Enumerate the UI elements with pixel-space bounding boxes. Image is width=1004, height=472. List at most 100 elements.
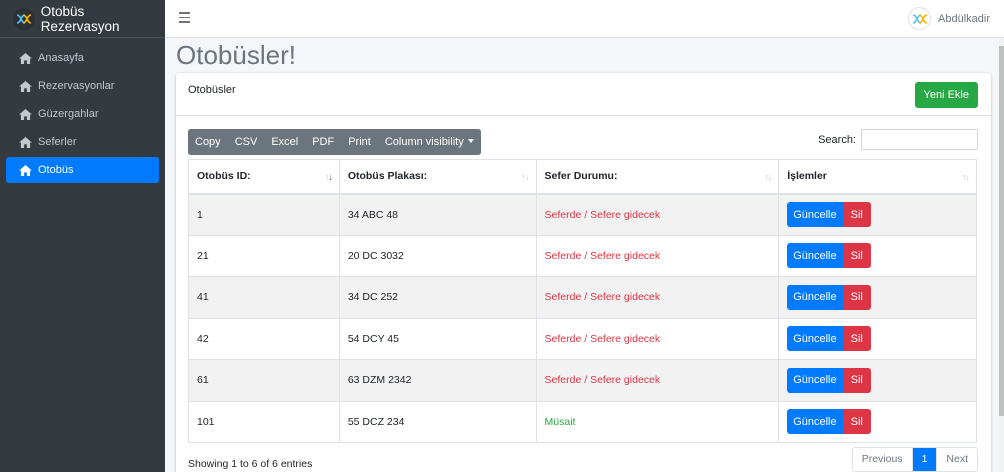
column-header-id[interactable]: Otobüs ID: ↑↓ [188, 159, 340, 195]
cell-id: 61 [188, 359, 340, 402]
delete-button[interactable]: Sil [842, 243, 871, 269]
cell-actions: Güncelle Sil [778, 276, 977, 319]
sidebar-item-label: Seferler [38, 136, 77, 148]
sort-icon: ↑↓ [521, 172, 530, 182]
copy-button[interactable]: Copy [188, 129, 228, 155]
cell-status: Müsait [535, 400, 780, 443]
sidebar-item-otobus[interactable]: Otobüs [6, 157, 159, 183]
cell-status: Seferde / Sefere gidecek [535, 234, 780, 277]
export-button-group: Copy CSV Excel PDF Print Column visibili… [188, 129, 481, 155]
excel-button[interactable]: Excel [264, 129, 306, 155]
sidebar-item-seferler[interactable]: Seferler [6, 129, 159, 155]
cell-plate: 20 DC 3032 [338, 234, 537, 277]
sidebar-item-anasayfa[interactable]: Anasayfa [6, 45, 159, 71]
update-button[interactable]: Güncelle [787, 367, 843, 393]
table-info: Showing 1 to 6 of 6 entries [188, 458, 313, 470]
pagination: Previous 1 Next [851, 447, 978, 472]
home-icon [19, 136, 32, 148]
delete-button[interactable]: Sil [842, 409, 871, 435]
table-row: 21 20 DC 3032 Seferde / Sefere gidecek G… [188, 234, 977, 277]
table-row: 1 34 ABC 48 Seferde / Sefere gidecek Gün… [188, 193, 977, 236]
delete-button[interactable]: Sil [842, 367, 871, 393]
print-button[interactable]: Print [341, 129, 378, 155]
page-title: Otobüsler! [176, 40, 296, 70]
search-box: Search: [818, 129, 978, 150]
home-icon [19, 52, 32, 64]
brand-title: Otobüs Rezervasyon [40, 3, 120, 34]
card-title: Otobüsler [188, 84, 236, 96]
brand-logo-icon [13, 7, 35, 30]
cell-actions: Güncelle Sil [778, 317, 977, 360]
csv-button[interactable]: CSV [227, 129, 265, 155]
delete-button[interactable]: Sil [842, 326, 871, 352]
update-button[interactable]: Güncelle [787, 409, 843, 435]
cell-actions: Güncelle Sil [778, 359, 977, 402]
table-row: 42 54 DCY 45 Seferde / Sefere gidecek Gü… [188, 317, 977, 360]
search-input[interactable] [861, 129, 978, 150]
sort-icon: ↑↓ [764, 172, 772, 182]
user-avatar-icon [908, 7, 932, 30]
cell-actions: Güncelle Sil [778, 400, 977, 443]
card-header: Otobüsler Yeni Ekle [176, 73, 991, 116]
table-header-row: Otobüs ID: ↑↓ Otobüs Plakası: ↑↓ Sefer Dur… [188, 159, 977, 195]
cell-id: 21 [188, 234, 340, 277]
table-row: 41 34 DC 252 Seferde / Sefere gidecek Gü… [188, 276, 977, 319]
menu-toggle-icon[interactable] [179, 12, 190, 23]
sort-icon: ↑↓ [962, 172, 970, 182]
cell-id: 42 [188, 317, 340, 360]
sidebar-item-guzergahlar[interactable]: Güzergahlar [6, 101, 159, 127]
cell-status: Seferde / Sefere gidecek [535, 193, 780, 236]
update-button[interactable]: Güncelle [787, 202, 843, 227]
cell-actions: Güncelle Sil [778, 234, 977, 277]
add-new-button[interactable]: Yeni Ekle [914, 82, 978, 108]
caret-down-icon [467, 139, 474, 143]
user-menu[interactable]: Abdülkadir [908, 7, 990, 30]
cell-actions: Güncelle Sil [778, 193, 977, 236]
cell-status: Seferde / Sefere gidecek [535, 276, 780, 319]
sidebar-nav: Anasayfa Rezervasyonlar Güzergahlar Sefe… [0, 38, 165, 183]
column-visibility-label: Column visibility [384, 136, 464, 148]
column-header-actions[interactable]: İşlemler ↑↓ [778, 159, 977, 195]
home-icon [19, 80, 32, 92]
sidebar-item-rezervasyonlar[interactable]: Rezervasyonlar [6, 73, 159, 99]
home-icon [19, 108, 32, 120]
delete-button[interactable]: Sil [842, 202, 871, 227]
cell-plate: 63 DZM 2342 [338, 359, 537, 402]
update-button[interactable]: Güncelle [787, 284, 843, 310]
cell-status: Seferde / Sefere gidecek [535, 317, 780, 360]
page-scrollbar[interactable] [999, 38, 1004, 472]
buses-table: Otobüs ID: ↑↓ Otobüs Plakası: ↑↓ Sefer Dur… [188, 159, 977, 443]
delete-button[interactable]: Sil [842, 284, 871, 310]
next-page-button[interactable]: Next [936, 448, 977, 471]
update-button[interactable]: Güncelle [787, 326, 843, 352]
sidebar: Otobüs Rezervasyon Anasayfa Rezervasyonl… [0, 0, 165, 472]
table-row: 61 63 DZM 2342 Seferde / Sefere gidecek … [188, 359, 977, 402]
user-name: Abdülkadir [938, 12, 990, 25]
brand[interactable]: Otobüs Rezervasyon [0, 0, 165, 38]
table-row: 101 55 DCZ 234 Müsait Güncelle Sil [188, 400, 977, 443]
cell-id: 101 [188, 400, 340, 443]
cell-plate: 34 ABC 48 [338, 193, 537, 236]
cell-plate: 54 DCY 45 [338, 317, 537, 360]
previous-page-button[interactable]: Previous [852, 448, 912, 471]
sort-asc-icon: ↑↓ [324, 172, 333, 182]
home-icon [19, 164, 32, 176]
column-header-plate[interactable]: Otobüs Plakası: ↑↓ [338, 159, 537, 195]
sidebar-item-label: Rezervasyonlar [38, 80, 115, 92]
page-1-button[interactable]: 1 [911, 448, 937, 471]
column-header-status[interactable]: Sefer Durumu: ↑↓ [535, 159, 780, 195]
cell-id: 1 [188, 193, 340, 236]
sidebar-item-label: Anasayfa [38, 52, 84, 64]
column-visibility-button[interactable]: Column visibility [377, 129, 481, 155]
buses-card: Otobüsler Yeni Ekle Copy CSV Excel PDF P… [176, 73, 991, 472]
sidebar-item-label: Otobüs [38, 164, 74, 176]
search-label: Search: [818, 133, 856, 146]
cell-plate: 34 DC 252 [338, 276, 537, 319]
cell-status: Seferde / Sefere gidecek [535, 359, 780, 402]
sidebar-item-label: Güzergahlar [38, 108, 99, 120]
topbar: Abdülkadir [165, 0, 1004, 38]
update-button[interactable]: Güncelle [787, 243, 843, 269]
pdf-button[interactable]: PDF [305, 129, 342, 155]
cell-plate: 55 DCZ 234 [338, 400, 537, 443]
scrollbar-thumb[interactable] [999, 46, 1004, 416]
